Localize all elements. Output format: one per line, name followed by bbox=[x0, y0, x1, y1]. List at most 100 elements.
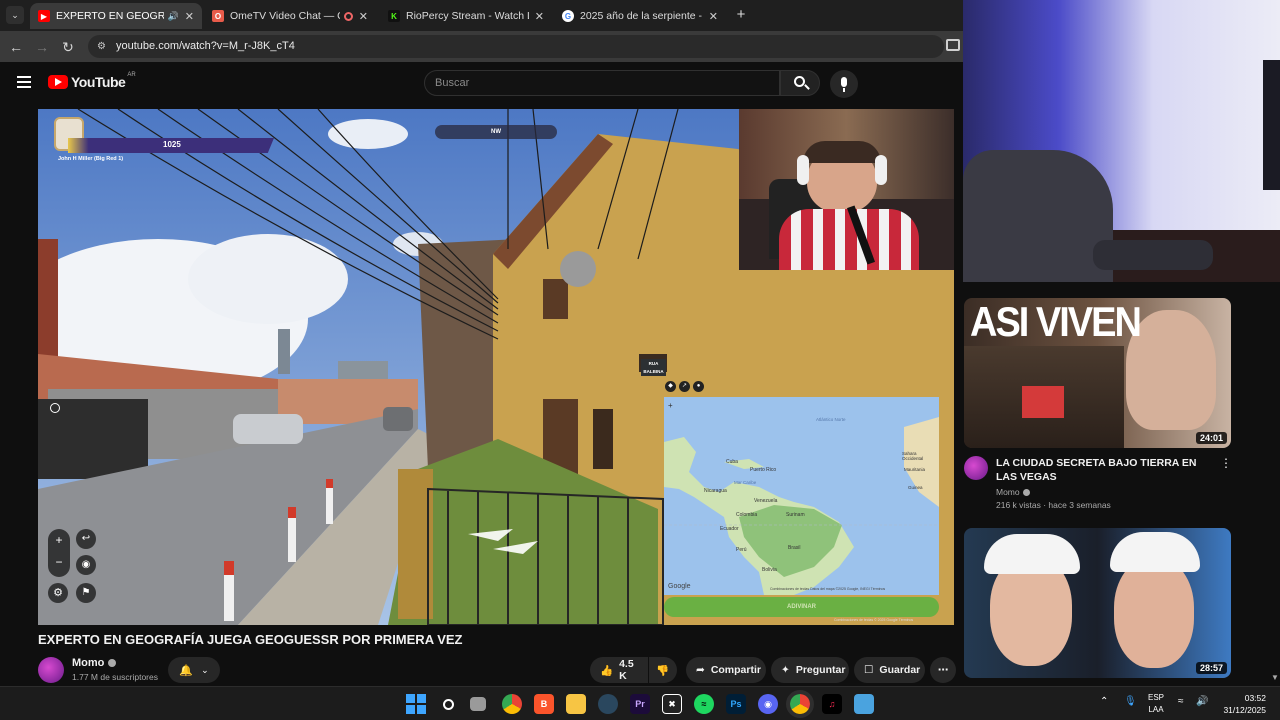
rec-video-title[interactable]: LA CIUDAD SECRETA BAJO TIERRA EN LAS VEG… bbox=[996, 456, 1208, 484]
voice-search-button[interactable] bbox=[830, 70, 858, 98]
close-tab-icon[interactable]: ✕ bbox=[709, 10, 718, 23]
save-label: Guardar bbox=[879, 664, 921, 676]
emoji-icon[interactable] bbox=[50, 403, 60, 413]
scroll-down-icon[interactable]: ▼ bbox=[1271, 673, 1279, 682]
chevron-down-icon: ⌄ bbox=[201, 664, 209, 675]
guess-map[interactable]: + Atlántico Norte Cuba Puerto Rico Mar C… bbox=[664, 397, 939, 595]
flag-icon[interactable]: ⚑ bbox=[76, 583, 96, 603]
dislike-button[interactable]: 👎 bbox=[649, 657, 677, 683]
close-tab-icon[interactable]: ✕ bbox=[535, 10, 544, 23]
map-label-mauritania: Mauritania bbox=[904, 467, 926, 472]
location-icon[interactable]: ◉ bbox=[76, 555, 96, 575]
tiktok-icon[interactable]: ♫ bbox=[822, 694, 842, 714]
task-view-icon[interactable] bbox=[470, 697, 486, 711]
zoom-in-icon[interactable]: + bbox=[48, 529, 70, 551]
tab-search-button[interactable]: ⌄ bbox=[6, 6, 24, 24]
map-label-sahara: Sahara Occidental bbox=[902, 451, 924, 461]
spotify-icon[interactable]: ≈ bbox=[694, 694, 714, 714]
thumbnail-cap-left bbox=[984, 534, 1080, 574]
new-tab-icon[interactable]: + bbox=[732, 6, 750, 24]
clock-time: 03:52 bbox=[1244, 693, 1266, 703]
ometv-icon: O bbox=[212, 10, 224, 22]
search-icon[interactable] bbox=[438, 694, 458, 714]
like-button[interactable]: 👍 4.5 K bbox=[590, 657, 648, 683]
search-button[interactable] bbox=[780, 70, 820, 96]
map-label-suriname: Surinam bbox=[786, 512, 805, 518]
video-title: EXPERTO EN GEOGRAFÍA JUEGA GEOGUESSR POR… bbox=[38, 632, 463, 647]
brave-icon[interactable]: B bbox=[534, 694, 554, 714]
hamburger-menu-icon[interactable] bbox=[17, 76, 31, 88]
thumbnail-cart bbox=[1022, 386, 1064, 418]
browser-tab-kick[interactable]: K RioPercy Stream - Watch Live o ✕ bbox=[380, 3, 552, 29]
clock-date: 31/12/2025 bbox=[1223, 705, 1266, 715]
steam-icon[interactable] bbox=[598, 694, 618, 714]
recommendation-thumbnail[interactable]: ASI VIVEN 24:01 bbox=[964, 298, 1231, 448]
ask-label: Preguntar bbox=[795, 664, 846, 676]
score-value: 1025 bbox=[163, 140, 181, 149]
thumbnail-text: ASI VIVEN bbox=[970, 299, 1142, 347]
browser-tab-ometv[interactable]: O OmeTV Video Chat — Ome ✕ bbox=[204, 3, 376, 29]
video-player[interactable]: 1025 John H Miller (Big Red 1) NW RUA BA… bbox=[38, 109, 954, 625]
browser-tab-youtube[interactable]: ▶ EXPERTO EN GEOGRAFÍA JU 🔊 ✕ bbox=[30, 3, 202, 29]
photoshop-icon[interactable]: Ps bbox=[726, 694, 746, 714]
guess-button[interactable]: ADIVINAR bbox=[664, 597, 939, 617]
channel-name[interactable]: Momo bbox=[72, 657, 117, 669]
volume-icon[interactable]: 🔊 bbox=[1196, 696, 1208, 707]
map-zoom-in[interactable]: + bbox=[668, 401, 673, 410]
settings-icon[interactable]: ⚙ bbox=[48, 583, 68, 603]
map-zoom-icon[interactable]: ● bbox=[693, 381, 704, 392]
recommendation-thumbnail[interactable]: 28:57 bbox=[964, 528, 1231, 678]
rec-channel-text: Momo bbox=[996, 487, 1020, 497]
notifications-button[interactable]: 🔔 ⌄ bbox=[168, 657, 220, 683]
search-input[interactable]: Buscar bbox=[424, 70, 780, 96]
forward-icon[interactable]: → bbox=[32, 37, 52, 57]
rec-channel-name[interactable]: Momo bbox=[996, 487, 1030, 497]
rec-meta: 216 k vistas · hace 3 semanas bbox=[996, 500, 1111, 510]
notepad-icon[interactable] bbox=[854, 694, 874, 714]
thumbs-down-icon: 👎 bbox=[656, 664, 670, 677]
browser-tab-google[interactable]: G 2025 año de la serpiente - Busc ✕ bbox=[554, 3, 726, 29]
channel-avatar[interactable] bbox=[38, 657, 64, 683]
undo-icon[interactable]: ↩ bbox=[76, 529, 96, 549]
close-tab-icon[interactable]: ✕ bbox=[185, 10, 194, 23]
street-sign: RUA BALBINA bbox=[641, 359, 666, 376]
close-tab-icon[interactable]: ✕ bbox=[359, 10, 368, 23]
map-expand-icon[interactable]: ↗ bbox=[679, 381, 690, 392]
address-bar[interactable]: ⚙ youtube.com/watch?v=M_r-J8K_cT4 bbox=[88, 35, 944, 58]
speaker-icon[interactable]: 🔊 bbox=[168, 11, 179, 22]
share-button[interactable]: ➦ Compartir bbox=[686, 657, 766, 683]
map-label-nicaragua: Nicaragua bbox=[704, 488, 727, 494]
premiere-icon[interactable]: Pr bbox=[630, 694, 650, 714]
youtube-logo[interactable]: YouTube AR bbox=[48, 72, 136, 90]
kick-icon: K bbox=[388, 10, 400, 22]
clock[interactable]: 03:52 31/12/2025 bbox=[1214, 692, 1266, 716]
rec-more-icon[interactable]: ⋮ bbox=[1220, 456, 1232, 470]
verified-icon bbox=[108, 659, 117, 667]
language-indicator[interactable]: ESP LAA bbox=[1148, 692, 1164, 716]
map-pin-icon[interactable]: ◆ bbox=[665, 381, 676, 392]
more-actions-button[interactable]: ⋯ bbox=[930, 657, 956, 683]
country-code: AR bbox=[127, 72, 136, 78]
more-icon: ⋯ bbox=[937, 664, 949, 676]
chrome-icon[interactable] bbox=[502, 694, 522, 714]
mic-tray-icon[interactable]: 🎙 bbox=[1124, 696, 1137, 707]
thumbs-up-icon: 👍 bbox=[600, 664, 614, 677]
ask-button[interactable]: ✦ Preguntar bbox=[771, 657, 849, 683]
reload-icon[interactable]: ↻ bbox=[58, 37, 78, 57]
discord-icon[interactable]: ◉ bbox=[758, 694, 778, 714]
save-button[interactable]: ☐ Guardar bbox=[854, 657, 925, 683]
thumbnail-cap-right bbox=[1110, 532, 1200, 572]
cast-icon[interactable] bbox=[946, 39, 960, 51]
file-explorer-icon[interactable] bbox=[566, 694, 586, 714]
capcut-icon[interactable]: ✖ bbox=[662, 694, 682, 714]
youtube-logo-text: YouTube bbox=[71, 74, 126, 90]
tray-chevron-icon[interactable]: ⌃ bbox=[1100, 696, 1108, 707]
wifi-icon[interactable]: ≈ bbox=[1178, 696, 1184, 707]
zoom-out-icon[interactable]: − bbox=[48, 551, 70, 573]
rec-channel-avatar[interactable] bbox=[964, 456, 988, 480]
back-icon[interactable]: ← bbox=[6, 37, 26, 57]
site-info-icon[interactable]: ⚙ bbox=[97, 35, 106, 58]
browser-tab-bar: ⌄ ▶ EXPERTO EN GEOGRAFÍA JU 🔊 ✕ O OmeTV … bbox=[0, 0, 963, 31]
chrome-active-icon[interactable] bbox=[786, 690, 814, 718]
windows-start-icon[interactable] bbox=[406, 694, 426, 714]
